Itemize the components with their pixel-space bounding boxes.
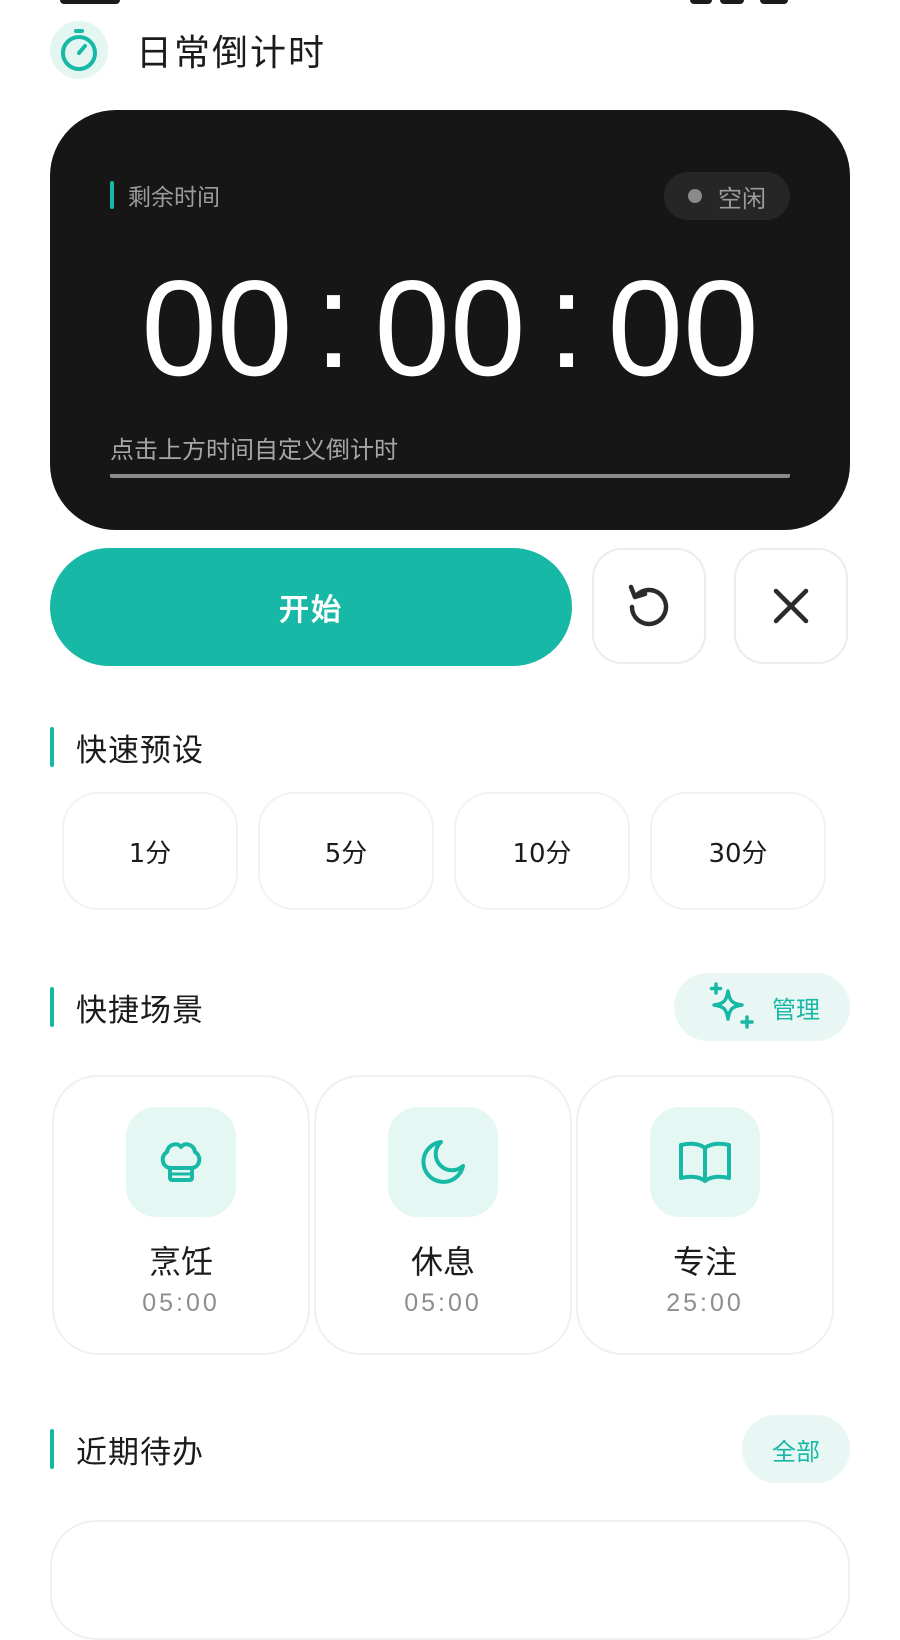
stopwatch-icon: [50, 21, 108, 79]
preset-5min[interactable]: 5分: [258, 792, 434, 910]
status-bar: [0, 0, 900, 6]
todos-title: 近期待办: [76, 1434, 204, 1471]
manage-button[interactable]: 管理: [674, 973, 850, 1041]
remaining-time-label: 剩余时间: [110, 180, 220, 211]
preset-30min[interactable]: 30分: [650, 792, 826, 910]
hours-digits[interactable]: 00: [141, 260, 292, 396]
sparkle-plus-icon: [709, 982, 754, 1029]
minutes-digits[interactable]: 00: [374, 260, 525, 396]
todos-header: 近期待办 全部: [50, 1415, 850, 1483]
preset-1min[interactable]: 1分: [62, 792, 238, 910]
status-dot: [688, 189, 702, 203]
view-all-button[interactable]: 全部: [742, 1415, 850, 1483]
status-time-fragment: [60, 0, 120, 4]
book-icon: [650, 1107, 760, 1217]
app-header: 日常倒计时: [50, 18, 326, 82]
section-accent-bar: [50, 1429, 54, 1469]
label-accent-bar: [110, 181, 114, 209]
time-separator: :: [314, 244, 353, 396]
scene-duration: 25:00: [666, 1289, 744, 1317]
scene-card-cooking[interactable]: 烹饪 05:00: [52, 1075, 310, 1355]
section-accent-bar: [50, 987, 54, 1027]
chef-hat-icon: [126, 1107, 236, 1217]
scene-duration: 05:00: [404, 1289, 482, 1317]
status-badge: 空闲: [664, 172, 790, 220]
section-accent-bar: [50, 727, 54, 767]
scene-card-rest[interactable]: 休息 05:00: [314, 1075, 572, 1355]
scene-name: 烹饪: [148, 1243, 213, 1281]
scene-card-focus[interactable]: 专注 25:00: [576, 1075, 834, 1355]
moon-icon: [388, 1107, 498, 1217]
battery-icon: [760, 0, 788, 4]
scene-name: 休息: [410, 1243, 475, 1281]
preset-list: 1分 5分 10分 30分: [62, 792, 842, 910]
remaining-time-text: 剩余时间: [128, 185, 220, 211]
status-text: 空闲: [718, 184, 766, 213]
signal-icon: [690, 0, 712, 4]
timer-controls: 开始: [50, 548, 850, 666]
manage-label: 管理: [772, 995, 820, 1024]
todo-list-card: [50, 1520, 850, 1640]
scene-name: 专注: [672, 1243, 737, 1281]
reset-icon: [628, 584, 669, 627]
reset-button[interactable]: [592, 548, 706, 664]
presets-header: 快速预设: [50, 722, 850, 772]
scenes-title: 快捷场景: [76, 992, 204, 1029]
close-icon: [773, 588, 809, 624]
start-button[interactable]: 开始: [50, 548, 572, 666]
presets-title: 快速预设: [76, 732, 204, 769]
preset-10min[interactable]: 10分: [454, 792, 630, 910]
page-title: 日常倒计时: [136, 33, 327, 74]
wifi-icon: [720, 0, 744, 4]
custom-countdown-input[interactable]: [110, 426, 790, 474]
time-separator: :: [547, 244, 586, 396]
scene-duration: 05:00: [142, 1289, 220, 1317]
seconds-digits[interactable]: 00: [607, 260, 758, 396]
timer-card: 剩余时间 空闲 00 : 00 : 00: [50, 110, 850, 530]
scenes-header: 快捷场景 管理: [50, 973, 850, 1041]
time-display[interactable]: 00 : 00 : 00: [50, 252, 850, 396]
custom-countdown-field[interactable]: [110, 426, 790, 478]
close-button[interactable]: [734, 548, 848, 664]
scene-list: 烹饪 05:00 休息 05:00 专注 25:00: [52, 1075, 850, 1355]
